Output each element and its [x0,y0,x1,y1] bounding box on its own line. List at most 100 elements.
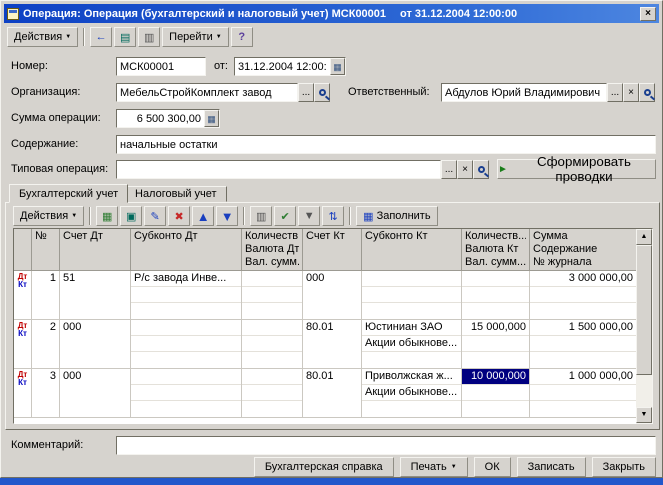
cell-sub-kt[interactable] [362,271,462,319]
cell-sub-dt[interactable] [131,369,242,417]
amount-field: ▦ [116,109,220,128]
typical-choose-button[interactable]: ... [441,160,457,179]
ok-button[interactable]: ОК [473,457,511,477]
sort-button[interactable]: ⇅ [322,206,345,226]
help-button[interactable]: ? [230,27,253,47]
cell-qty-kt[interactable] [462,271,530,319]
col-num[interactable]: № [32,229,60,271]
responsible-choose-button[interactable]: ... [607,83,623,102]
add-row-button[interactable]: ▦ [96,206,119,226]
cell-acct-dt[interactable]: 000 [60,320,131,368]
content-input[interactable] [116,135,656,154]
cell-qty-dt[interactable] [242,271,303,319]
print-button[interactable]: Печать ▼ [399,457,468,477]
responsible-input[interactable] [441,83,607,102]
typical-operation-input[interactable] [116,160,441,179]
save-button[interactable]: Записать [516,457,586,477]
organization-open-button[interactable] [314,83,330,102]
content-label: Содержание: [11,138,79,150]
main-toolbar: Действия ▼ ← ▤ ▥ Перейти ▼ ? [7,26,657,48]
cell-num[interactable]: 2 [32,320,60,368]
postings-button[interactable]: ▥ [138,27,161,47]
check-button[interactable]: ✔ [274,206,297,226]
col-acct-kt[interactable]: Счет Кт [303,229,362,271]
col-sub-dt[interactable]: Субконто Дт [131,229,242,271]
typical-open-button[interactable] [473,160,489,179]
cell-sub-dt[interactable]: Р/с завода Инве... [131,271,242,319]
edit-row-button[interactable]: ✎ [144,206,167,226]
selected-cell[interactable]: 10 000,000 [462,369,529,385]
close-button[interactable]: Закрыть [591,457,656,477]
move-down-button[interactable]: ▼ [216,206,239,226]
number-input[interactable] [116,57,206,76]
organization-choose-button[interactable]: ... [298,83,314,102]
cell-qty-kt[interactable]: 10 000,000 [462,369,530,417]
journal-button[interactable]: ▤ [114,27,137,47]
calendar-icon[interactable]: ▦ [330,58,345,75]
cell-acct-kt[interactable]: 80.01 [303,369,362,417]
scroll-down-icon[interactable]: ▼ [636,407,652,423]
grid-actions-button[interactable]: Действия ▼ [13,206,85,226]
col-qty-dt[interactable]: Количеств...Валюта ДтВал. сумм... [242,229,303,271]
tab-accounting[interactable]: Бухгалтерский учет [9,184,129,203]
cell-sum[interactable]: 1 500 000,00 [530,320,636,368]
col-acct-dt[interactable]: Счет Дт [60,229,131,271]
cell-sub-dt[interactable] [131,320,242,368]
calculator-icon[interactable]: ▦ [204,110,219,127]
fill-label: Заполнить [376,210,431,222]
tab-tax-label: Налоговый учет [135,188,217,200]
edit-row-icon: ✎ [150,210,160,223]
cell-sub-kt[interactable]: Юстиниан ЗАО Акции обыкнове... [362,320,462,368]
date-input[interactable] [235,58,330,75]
table-row[interactable]: Дт Кт 1 51 Р/с завода Инве... 000 3 000 … [14,271,636,320]
chevron-down-icon: ▼ [450,464,457,470]
journal-icon: ▤ [119,31,131,44]
generate-postings-button[interactable]: ► Сформировать проводки [497,154,656,184]
add-row-icon: ▦ [101,210,113,223]
scrollbar-thumb[interactable] [636,245,652,375]
goto-button[interactable]: Перейти ▼ [162,27,229,47]
cell-qty-dt[interactable] [242,369,303,417]
comment-label: Комментарий: [11,439,84,451]
cell-sum[interactable]: 3 000 000,00 [530,271,636,319]
responsible-clear-button[interactable]: × [623,83,639,102]
tab-tax[interactable]: Налоговый учет [125,186,227,202]
vertical-scrollbar[interactable]: ▲ ▼ [636,229,652,423]
col-sub-kt[interactable]: Субконто Кт [362,229,462,271]
interval-button[interactable]: ▥ [250,206,273,226]
filter-button[interactable]: ▼ [298,206,321,226]
cell-qty-dt[interactable] [242,320,303,368]
organization-input[interactable] [116,83,298,102]
filter-icon: ▼ [303,210,315,222]
interval-icon: ▥ [255,210,267,223]
cell-num[interactable]: 3 [32,369,60,417]
fill-button[interactable]: ▦ Заполнить [356,206,438,226]
cell-qty-kt[interactable]: 15 000,000 [462,320,530,368]
col-qty-kt[interactable]: Количеств... Валюта Кт Вал. сумм... [462,229,530,271]
cell-sum[interactable]: 1 000 000,00 [530,369,636,417]
dt-kt-icon: Дт Кт [14,320,32,368]
cell-acct-kt[interactable]: 80.01 [303,320,362,368]
cell-sub-kt[interactable]: Приволжская ж... Акции обыкнове... [362,369,462,417]
close-icon[interactable]: × [640,6,656,21]
table-row[interactable]: Дт Кт 2 000 80.01 Юстиниан ЗАО Акции обыкн… [14,320,636,369]
copy-row-button[interactable]: ▣ [120,206,143,226]
postings-icon: ▥ [143,31,155,44]
accounting-note-button[interactable]: Бухгалтерская справка [253,457,394,477]
amount-input[interactable] [117,110,204,127]
bottom-button-bar: Бухгалтерская справка Печать ▼ ОК Записа… [5,457,656,477]
back-button[interactable]: ← [90,27,113,47]
move-up-button[interactable]: ▲ [192,206,215,226]
delete-row-button[interactable]: ✖ [168,206,191,226]
responsible-open-button[interactable] [639,83,655,102]
cell-acct-dt[interactable]: 51 [60,271,131,319]
table-row[interactable]: Дт Кт 3 000 80.01 Приволжская ж... Акции о… [14,369,636,418]
typical-clear-button[interactable]: × [457,160,473,179]
col-sum[interactable]: Сумма Содержание № журнала [530,229,636,271]
cell-acct-kt[interactable]: 000 [303,271,362,319]
actions-button[interactable]: Действия ▼ [7,27,79,47]
cell-num[interactable]: 1 [32,271,60,319]
cell-acct-dt[interactable]: 000 [60,369,131,417]
scroll-up-icon[interactable]: ▲ [636,229,652,245]
comment-input[interactable] [116,436,656,455]
